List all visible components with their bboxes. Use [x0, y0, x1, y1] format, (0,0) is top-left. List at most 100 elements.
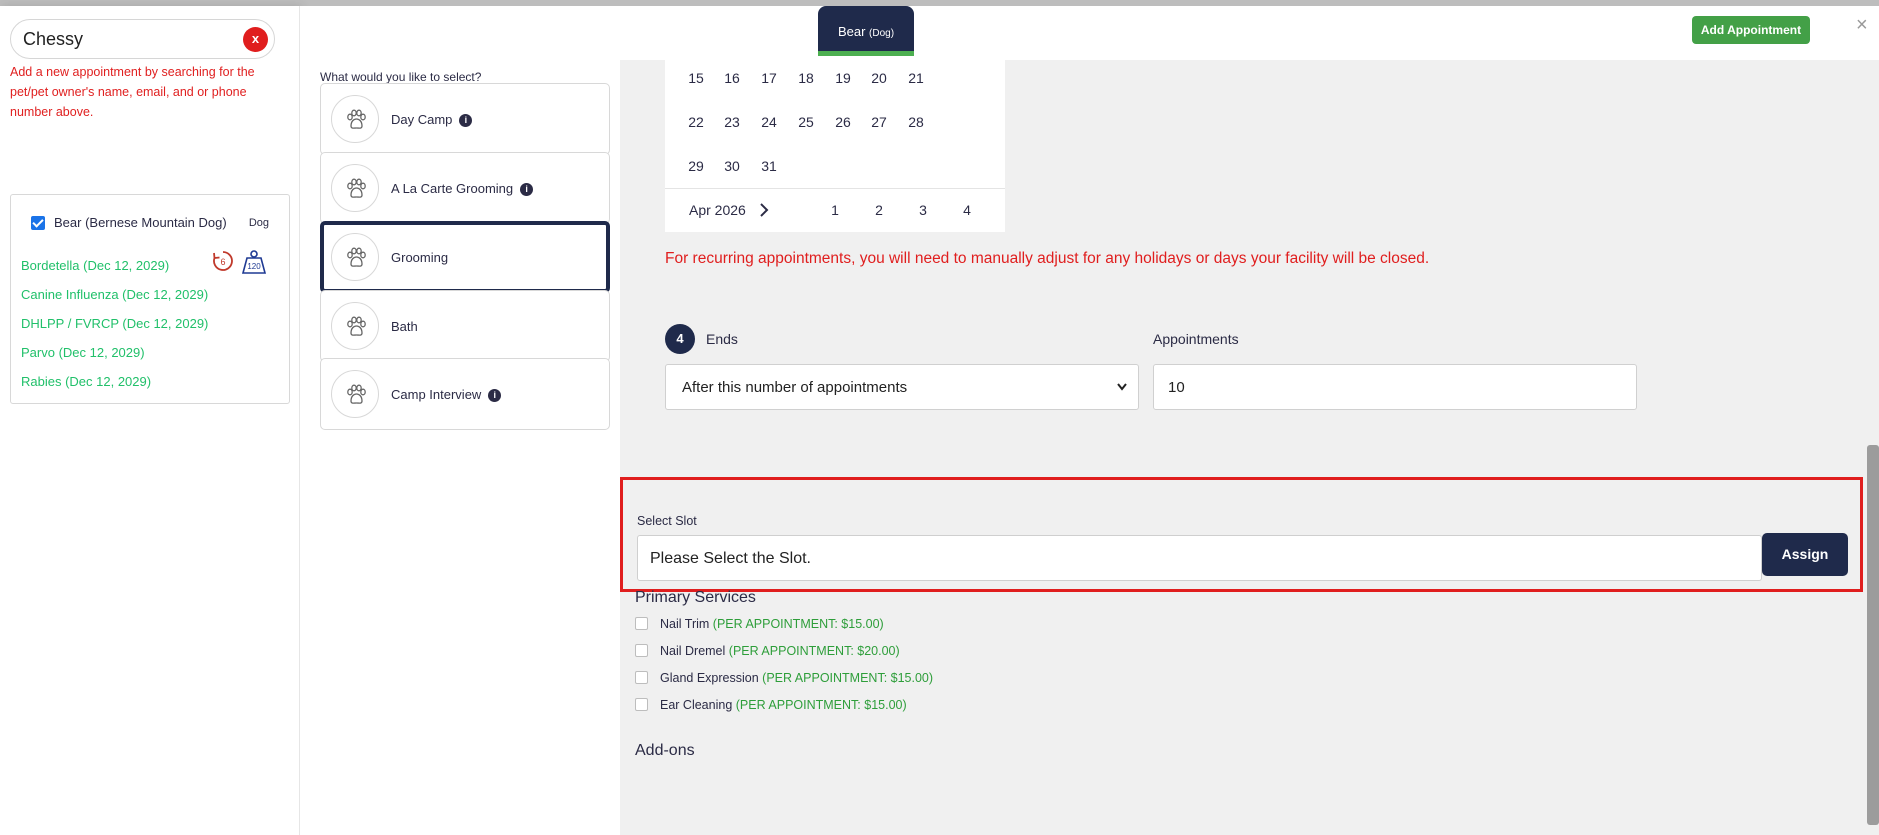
pet-search-panel: x Add a new appointment by searching for… [0, 6, 300, 835]
calendar-day[interactable]: 15 [681, 70, 711, 86]
service-question: What would you like to select? [320, 70, 482, 84]
primary-services-title: Primary Services [635, 589, 756, 606]
clear-search-button[interactable]: x [243, 27, 268, 52]
appointments-label: Appointments [1153, 331, 1239, 347]
calendar-week: 22 23 24 25 26 27 28 [665, 108, 1005, 138]
calendar-day[interactable]: 27 [864, 114, 894, 130]
vaccination-item: Canine Influenza (Dec 12, 2029) [21, 287, 209, 302]
calendar-day[interactable]: 24 [754, 114, 784, 130]
calendar-day[interactable]: 4 [952, 202, 982, 218]
service-name: Nail Dremel [660, 644, 726, 658]
info-icon[interactable]: i [459, 114, 473, 127]
calendar-day[interactable]: 29 [681, 158, 711, 174]
calendar-day[interactable]: 28 [901, 114, 931, 130]
service-label: Grooming [391, 250, 448, 265]
appointments-count-input[interactable]: 10 [1153, 364, 1637, 410]
service-checkbox[interactable] [635, 671, 648, 684]
calendar-day[interactable]: 22 [681, 114, 711, 130]
service-option-grooming[interactable]: Grooming [320, 221, 610, 293]
service-label: Day Camp i [391, 112, 473, 127]
chevron-right-icon[interactable] [757, 202, 771, 218]
calendar-day[interactable]: 21 [901, 70, 931, 86]
appointment-panel: Bear (Dog) Add Appointment × What would … [300, 6, 1879, 835]
calendar-week: 29 30 31 [665, 152, 1005, 182]
assign-button[interactable]: Assign [1762, 533, 1848, 576]
service-label: A La Carte Grooming i [391, 181, 534, 196]
slot-select-placeholder: Please Select the Slot. [650, 550, 811, 567]
info-icon[interactable]: i [488, 389, 502, 402]
calendar-day[interactable]: 30 [717, 158, 747, 174]
ends-select-value: After this number of appointments [682, 379, 908, 396]
service-option-day-camp[interactable]: Day Camp i [320, 83, 610, 155]
recurring-warning: For recurring appointments, you will nee… [665, 250, 1430, 267]
service-option-a-la-carte-grooming[interactable]: A La Carte Grooming i [320, 152, 610, 224]
pet-checkbox[interactable] [31, 216, 45, 230]
paw-icon [331, 370, 379, 418]
slot-select[interactable]: Please Select the Slot. [637, 535, 1762, 581]
chevron-down-icon [1117, 383, 1127, 391]
calendar-day[interactable]: 19 [828, 70, 858, 86]
next-month-label: Apr 2026 [689, 202, 746, 218]
service-name: Grooming [391, 250, 449, 265]
pet-name: Bear (Bernese Mountain Dog) [54, 215, 227, 230]
recurring-count: 6 [220, 257, 225, 267]
service-label: Camp Interview i [391, 387, 502, 402]
appointment-header: Bear (Dog) Add Appointment × [300, 6, 1879, 60]
vaccination-item: Rabies (Dec 12, 2029) [21, 374, 152, 389]
service-option-bath[interactable]: Bath [320, 290, 610, 362]
service-checkbox[interactable] [635, 617, 648, 630]
pet-card: Bear (Bernese Mountain Dog) Dog 6 120 Bo… [10, 194, 290, 404]
service-label: Bath [391, 319, 418, 334]
vaccination-list: Bordetella (Dec 12, 2029) Canine Influen… [21, 257, 208, 402]
appointments-count-value: 10 [1168, 379, 1185, 396]
paw-icon [331, 233, 379, 281]
service-name: Ear Cleaning [660, 698, 733, 712]
calendar-day[interactable]: 1 [820, 202, 850, 218]
pet-tab-bear[interactable]: Bear (Dog) [818, 6, 914, 56]
calendar-day[interactable]: 18 [791, 70, 821, 86]
weight-icon: 120 [241, 250, 267, 274]
calendar-day[interactable]: 25 [791, 114, 821, 130]
slot-selection-box: Select Slot Please Select the Slot. Assi… [620, 477, 1863, 592]
pet-weight: 120 [247, 262, 261, 271]
calendar-next-month-row: Apr 2026 1 2 3 4 [665, 188, 1005, 232]
ends-label: Ends [706, 331, 738, 347]
calendar-day[interactable]: 3 [908, 202, 938, 218]
service-checkbox[interactable] [635, 644, 648, 657]
paw-icon [331, 95, 379, 143]
calendar-day[interactable]: 31 [754, 158, 784, 174]
calendar-day[interactable]: 23 [717, 114, 747, 130]
service-checkbox[interactable] [635, 698, 648, 711]
calendar-day[interactable]: 17 [754, 70, 784, 86]
pet-search-box: x [10, 19, 275, 59]
calendar-day[interactable]: 2 [864, 202, 894, 218]
info-icon[interactable]: i [520, 183, 534, 196]
service-name: Gland Expression [660, 671, 759, 685]
primary-service-item: Nail Trim (PER APPOINTMENT: $15.00) [635, 617, 884, 635]
primary-service-item: Gland Expression (PER APPOINTMENT: $15.0… [635, 671, 933, 689]
calendar-day[interactable]: 16 [717, 70, 747, 86]
service-name: A La Carte Grooming [391, 181, 514, 196]
pet-search-input[interactable] [23, 26, 233, 52]
pet-status-icons: 6 120 [211, 249, 267, 275]
service-price: (PER APPOINTMENT: $20.00) [728, 644, 900, 658]
primary-service-item: Ear Cleaning (PER APPOINTMENT: $15.00) [635, 698, 907, 716]
service-option-camp-interview[interactable]: Camp Interview i [320, 358, 610, 430]
close-icon[interactable]: × [1856, 14, 1868, 37]
pet-type: Dog [248, 217, 269, 229]
service-name: Nail Trim [660, 617, 710, 631]
service-price: (PER APPOINTMENT: $15.00) [762, 671, 934, 685]
ends-select[interactable]: After this number of appointments [665, 364, 1139, 410]
calendar-day[interactable]: 26 [828, 114, 858, 130]
pet-tab-name: Bear [837, 24, 866, 39]
add-appointment-button[interactable]: Add Appointment [1692, 16, 1810, 44]
vaccination-item: Parvo (Dec 12, 2029) [21, 345, 145, 360]
pet-tab-type: (Dog) [869, 28, 895, 39]
select-slot-label: Select Slot [637, 514, 697, 528]
calendar-day[interactable]: 20 [864, 70, 894, 86]
date-calendar: 15 16 17 18 19 20 21 22 23 24 25 26 27 2… [665, 60, 1005, 232]
vertical-scrollbar[interactable] [1867, 445, 1879, 825]
addons-title: Add-ons [635, 742, 695, 759]
service-price: (PER APPOINTMENT: $15.00) [712, 617, 884, 631]
primary-service-item: Nail Dremel (PER APPOINTMENT: $20.00) [635, 644, 900, 662]
